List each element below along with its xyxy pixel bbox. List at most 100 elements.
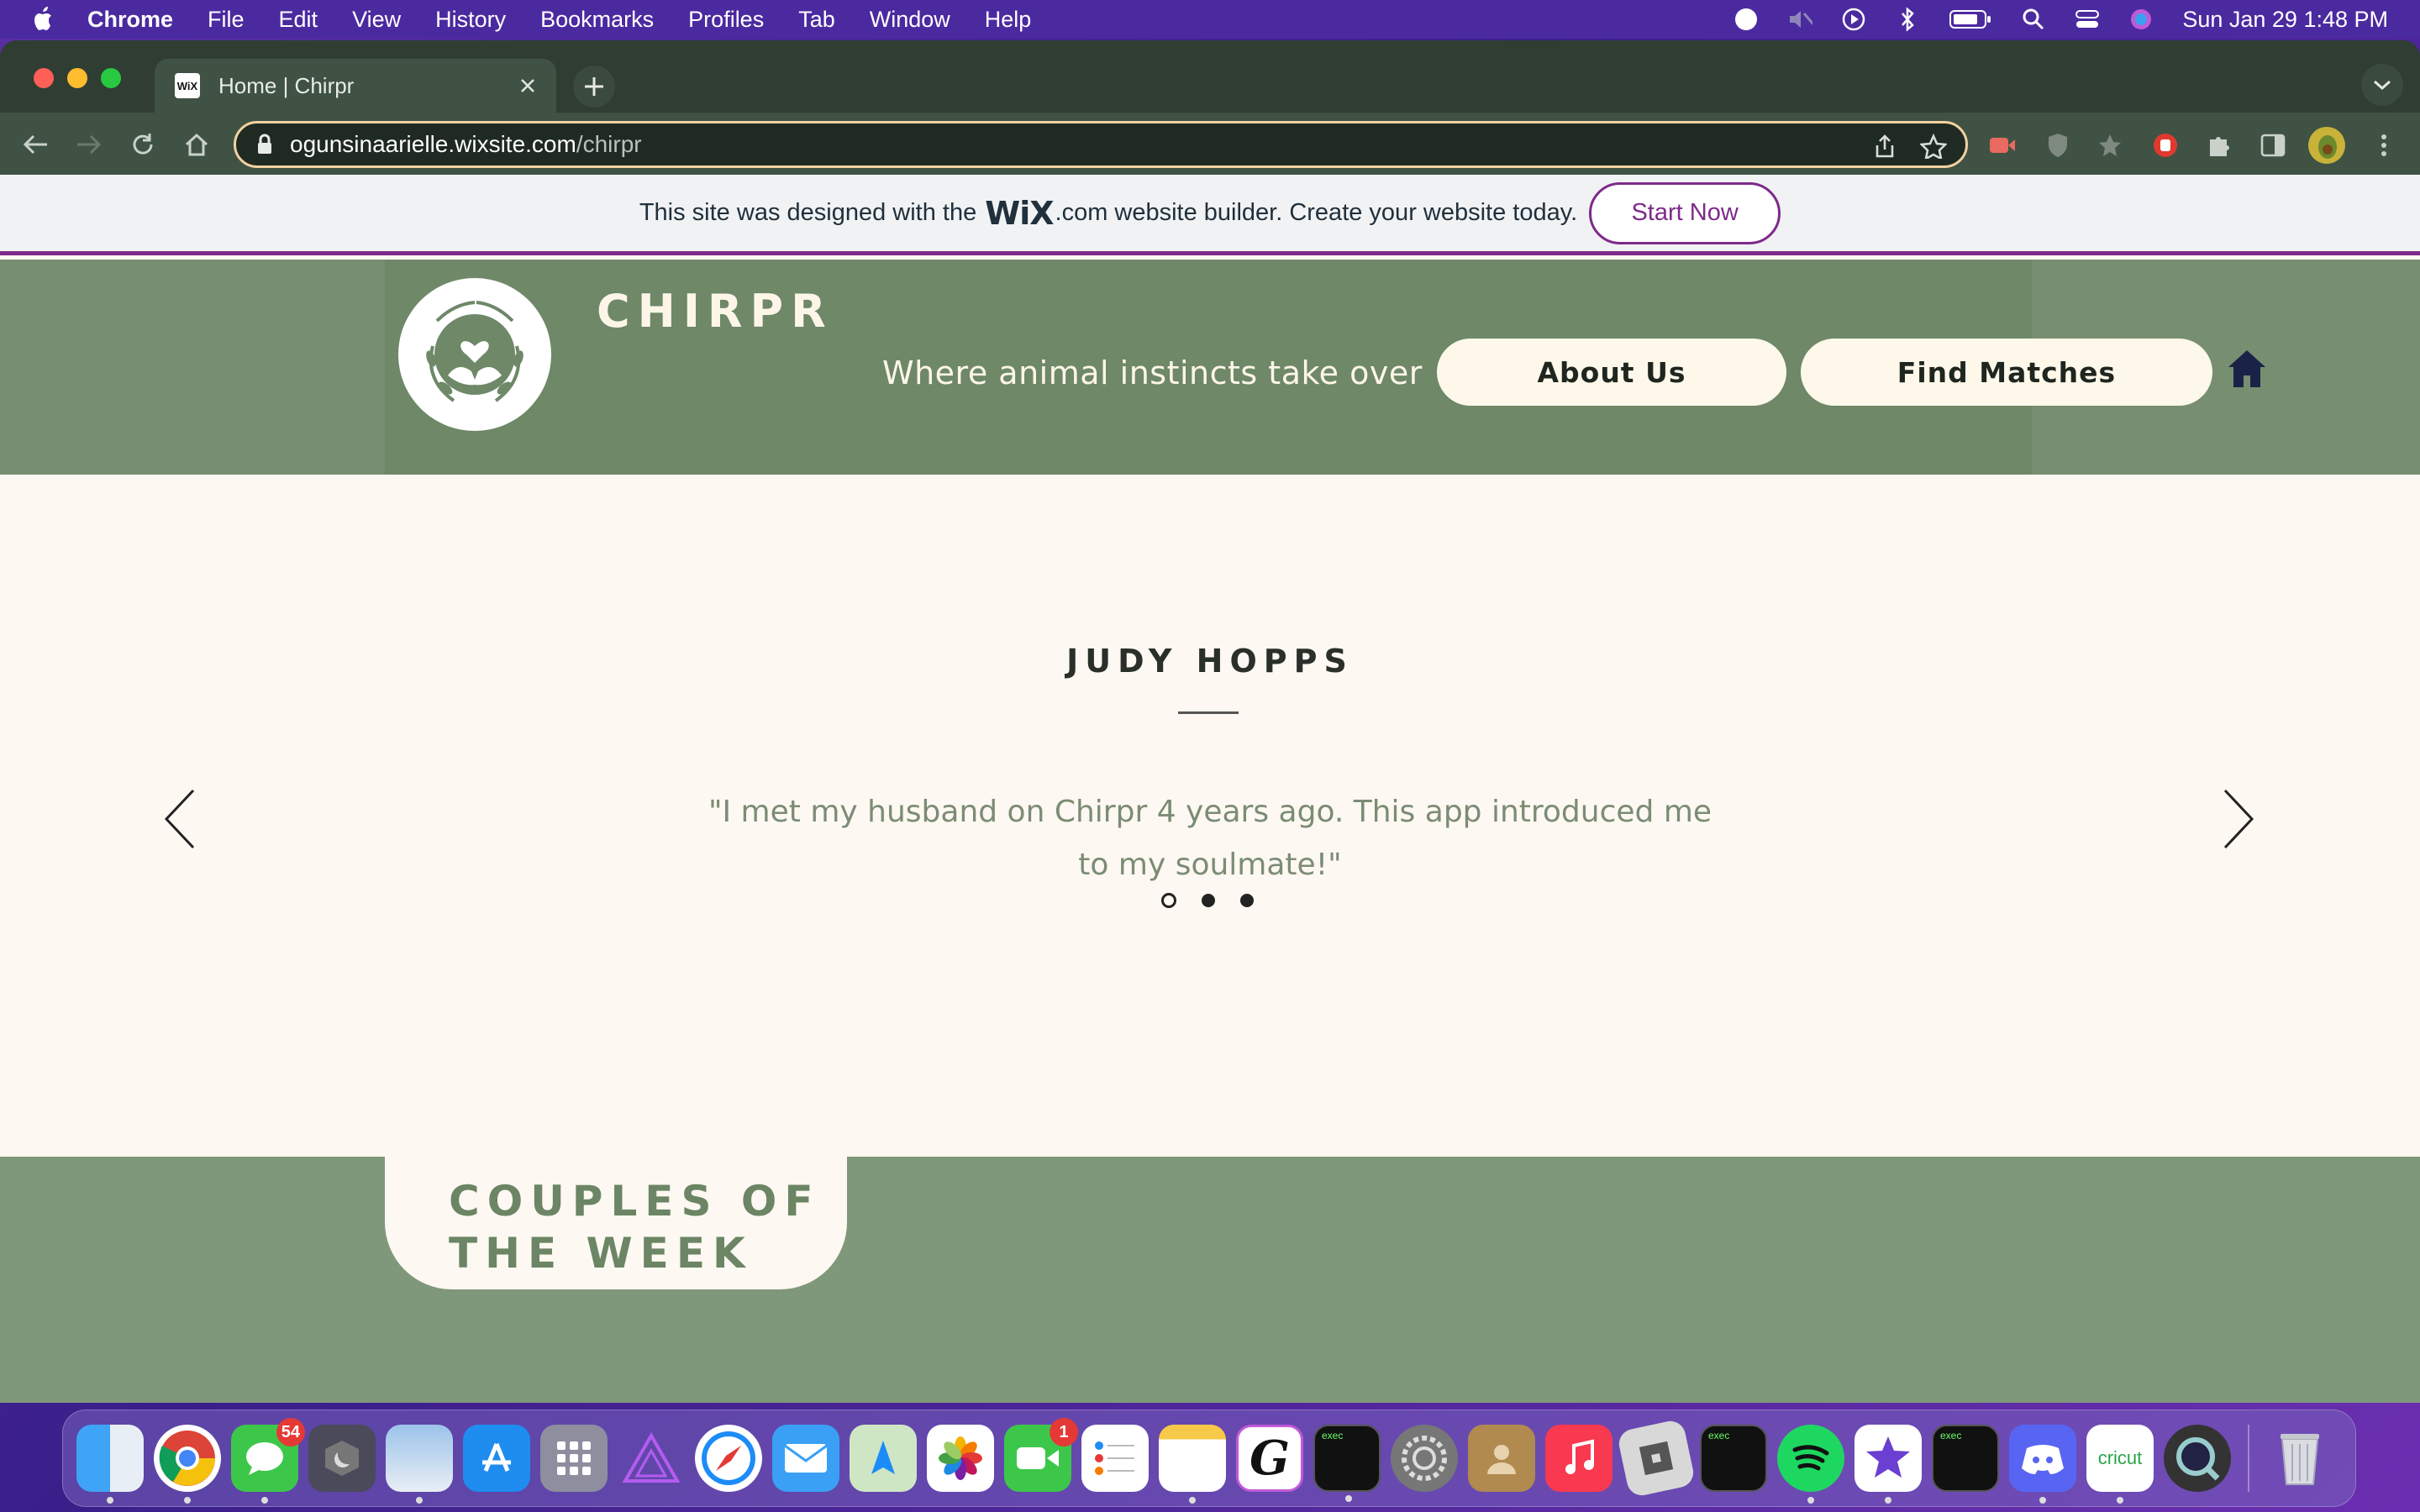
exec-label-3: exec [1940, 1430, 1962, 1441]
testimonial-divider [1178, 711, 1239, 714]
battery-icon[interactable] [1949, 7, 1992, 32]
screen-recorder-extension-icon[interactable] [1988, 131, 2017, 160]
control-center-icon[interactable] [2075, 7, 2100, 32]
trash-icon[interactable] [2266, 1425, 2333, 1492]
reminders-icon[interactable] [1081, 1425, 1149, 1492]
terminal-exec-icon-1[interactable]: exec [1313, 1425, 1381, 1502]
testimonial-name: JUDY HOPPS [1066, 643, 1354, 680]
site-brand-title[interactable]: CHIRPR [597, 285, 834, 338]
menu-history[interactable]: History [435, 7, 506, 33]
safari-icon[interactable] [695, 1425, 762, 1492]
app-store-icon[interactable] [463, 1425, 530, 1492]
imovie-icon[interactable] [1854, 1425, 1922, 1504]
preview-icon[interactable] [386, 1425, 453, 1504]
maps-icon[interactable] [850, 1425, 917, 1492]
cricut-icon[interactable]: cricut [2086, 1425, 2154, 1504]
lock-icon[interactable] [256, 134, 278, 155]
url-text[interactable]: ogunsinaarielle.wixsite.com/chirpr [290, 131, 642, 158]
new-tab-button[interactable] [573, 66, 615, 108]
prisma-app-icon[interactable] [618, 1425, 685, 1492]
side-panel-icon[interactable] [2259, 131, 2287, 160]
grammarly-icon[interactable]: G [1236, 1425, 1303, 1492]
profile-avatar[interactable] [2307, 126, 2346, 165]
mail-icon[interactable] [772, 1425, 839, 1492]
back-icon[interactable] [20, 129, 50, 160]
chrome-icon[interactable] [154, 1425, 221, 1504]
record-status-icon[interactable] [1733, 7, 1759, 32]
share-icon[interactable] [1873, 134, 1897, 163]
music-icon[interactable] [1545, 1425, 1612, 1492]
home-icon[interactable] [2227, 349, 2267, 389]
slide-dot-1[interactable] [1161, 893, 1176, 908]
slider-next-arrow-icon[interactable] [2218, 785, 2259, 853]
reload-icon[interactable] [128, 129, 158, 160]
browser-toolbar: ogunsinaarielle.wixsite.com/chirpr [0, 113, 2420, 175]
night-owl-icon[interactable] [308, 1425, 376, 1492]
menu-file[interactable]: File [208, 7, 245, 33]
menu-tab[interactable]: Tab [798, 7, 835, 33]
about-us-button[interactable]: About Us [1437, 339, 1786, 406]
close-tab-icon[interactable] [516, 74, 539, 97]
shield-extension-icon[interactable] [2044, 131, 2072, 160]
menu-profiles[interactable]: Profiles [688, 7, 764, 33]
menu-window[interactable]: Window [870, 7, 950, 33]
discord-icon[interactable] [2009, 1425, 2076, 1504]
adblock-extension-icon[interactable] [2151, 131, 2180, 160]
messages-icon[interactable]: 54 [231, 1418, 305, 1504]
site-tagline: Where animal instincts take over [882, 354, 1423, 391]
terminal-exec-icon-3[interactable]: exec [1932, 1425, 1999, 1492]
home-icon[interactable] [182, 129, 212, 160]
slider-prev-arrow-icon[interactable] [160, 785, 200, 853]
contacts-icon[interactable] [1468, 1425, 1535, 1492]
wix-logo: WiX [985, 194, 1054, 232]
apple-menu-icon[interactable] [32, 6, 57, 33]
page-viewport: This site was designed with the WiX .com … [0, 175, 2420, 1403]
mute-icon[interactable] [1787, 7, 1813, 32]
menu-view[interactable]: View [352, 7, 401, 33]
url-host: ogunsinaarielle.wixsite.com [290, 131, 576, 157]
menu-help[interactable]: Help [985, 7, 1032, 33]
finder-icon[interactable] [76, 1425, 144, 1504]
slider-pagination [1161, 893, 1254, 908]
photos-icon[interactable] [927, 1425, 994, 1492]
menu-chrome[interactable]: Chrome [87, 7, 173, 33]
find-matches-button[interactable]: Find Matches [1801, 339, 2212, 406]
spotlight-search-icon[interactable] [2021, 7, 2046, 32]
start-now-button[interactable]: Start Now [1589, 181, 1781, 244]
site-header: CHIRPR Where animal instincts take over … [0, 260, 2420, 475]
siri-icon[interactable] [2128, 7, 2154, 32]
wix-favicon-icon: WiX [175, 73, 200, 98]
tab-home-chirpr[interactable]: WiX Home | Chirpr [155, 59, 556, 113]
tab-search-button[interactable] [2361, 64, 2403, 106]
wix-dotcom: .com [1055, 199, 1108, 226]
facetime-icon[interactable]: 1 [1004, 1418, 1078, 1492]
play-status-icon[interactable] [1841, 7, 1866, 32]
close-window-button[interactable] [34, 68, 54, 88]
slide-dot-2[interactable] [1202, 894, 1215, 907]
bookmark-star-icon[interactable] [1919, 133, 1948, 163]
bluetooth-icon[interactable] [1895, 7, 1920, 32]
star-extension-icon[interactable] [2096, 131, 2124, 160]
terminal-exec-icon-2[interactable]: exec [1700, 1425, 1767, 1492]
roblox-icon[interactable] [1616, 1418, 1697, 1499]
spotify-icon[interactable] [1777, 1425, 1844, 1504]
notes-icon[interactable] [1159, 1425, 1226, 1504]
minimize-window-button[interactable] [67, 68, 87, 88]
menu-bookmarks[interactable]: Bookmarks [540, 7, 654, 33]
zoom-window-button[interactable] [101, 68, 121, 88]
quicktime-icon[interactable] [2164, 1425, 2231, 1492]
chirpr-logo-icon[interactable] [398, 278, 551, 431]
couples-title-line-1: COUPLES OF [449, 1177, 821, 1226]
testimonial-quote: "I met my husband on Chirpr 4 years ago.… [708, 795, 1712, 882]
menu-edit[interactable]: Edit [279, 7, 318, 33]
launchpad-icon[interactable] [540, 1425, 608, 1492]
system-settings-icon[interactable] [1391, 1425, 1458, 1492]
messages-badge: 54 [276, 1418, 305, 1446]
address-bar[interactable]: ogunsinaarielle.wixsite.com/chirpr [234, 121, 1968, 168]
slide-dot-3[interactable] [1240, 894, 1254, 907]
exec-label-1: exec [1322, 1430, 1344, 1441]
menu-bar-clock[interactable]: Sun Jan 29 1:48 PM [2182, 7, 2388, 33]
extensions-puzzle-icon[interactable] [2205, 131, 2233, 160]
chrome-menu-icon[interactable] [2370, 131, 2398, 160]
forward-icon[interactable] [74, 129, 104, 160]
